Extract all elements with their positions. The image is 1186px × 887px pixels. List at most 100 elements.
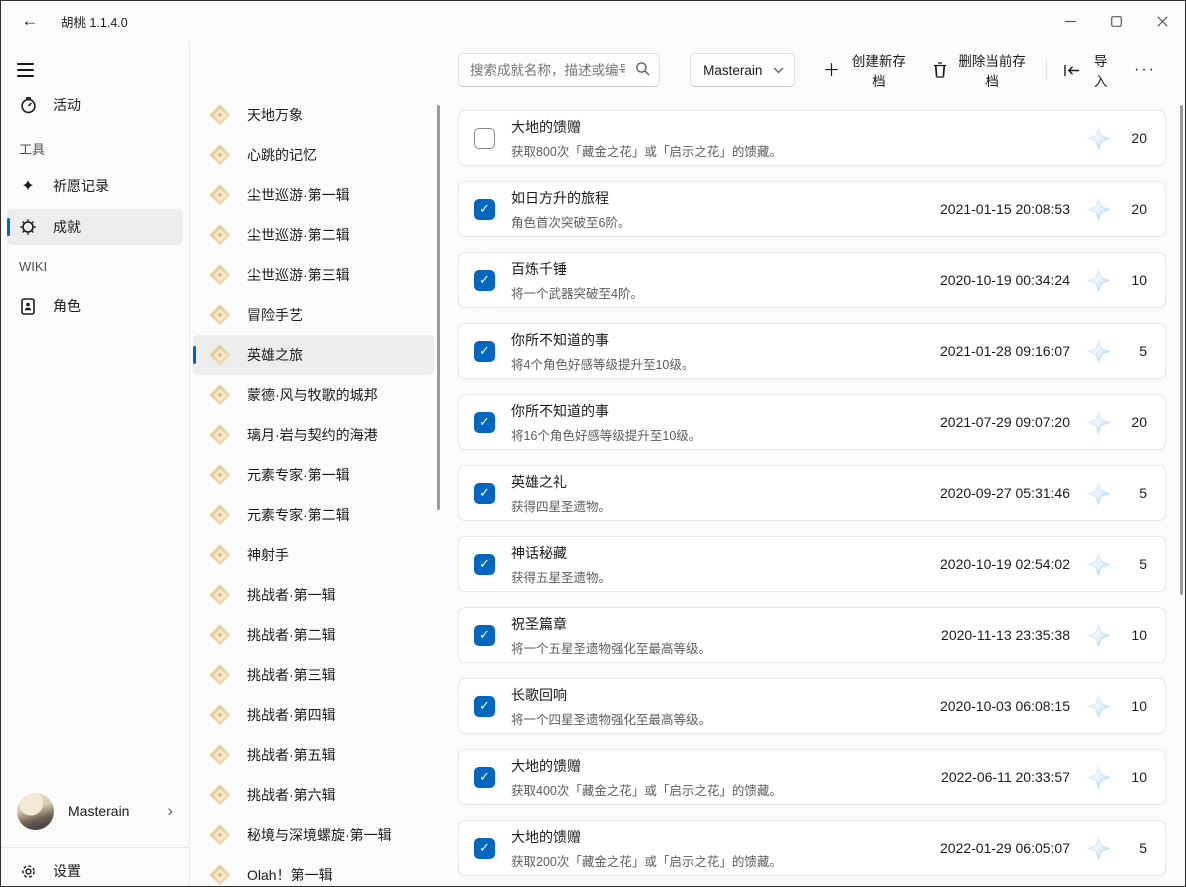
achievement-row[interactable]: 你所不知道的事 将4个角色好感等级提升至10级。 2021-01-28 09:1… bbox=[458, 323, 1166, 379]
achievement-date: 2020-11-13 23:35:38 bbox=[941, 627, 1070, 643]
search-box bbox=[458, 53, 660, 87]
search-input[interactable] bbox=[458, 53, 660, 87]
chevron-down-icon bbox=[773, 67, 784, 74]
category-item[interactable]: 蒙德·风与牧歌的城邦 bbox=[193, 375, 434, 415]
sidebar-item-achievements[interactable]: 成就 bbox=[7, 209, 183, 245]
category-scrollbar[interactable] bbox=[437, 105, 440, 510]
category-item[interactable]: 挑战者·第四辑 bbox=[193, 695, 434, 735]
achievement-row[interactable]: 长歌回响 将一个四星圣遗物强化至最高等级。 2020-10-03 06:08:1… bbox=[458, 678, 1166, 734]
category-item[interactable]: 挑战者·第五辑 bbox=[193, 735, 434, 775]
achievement-row[interactable]: 神话秘藏 获得五星圣遗物。 2020-10-19 02:54:02 5 bbox=[458, 536, 1166, 592]
import-button[interactable]: 导入 bbox=[1053, 53, 1122, 87]
category-label: 挑战者·第二辑 bbox=[247, 625, 336, 645]
achievement-checkbox[interactable] bbox=[474, 199, 495, 220]
menu-icon[interactable] bbox=[17, 55, 51, 85]
achievement-description: 获取400次「藏金之花」或「启示之花」的馈藏。 bbox=[511, 780, 782, 799]
achievement-checkbox[interactable] bbox=[474, 412, 495, 433]
user-profile-row[interactable]: Masterain › bbox=[7, 783, 183, 839]
category-item[interactable]: 璃月·岩与契约的海港 bbox=[193, 415, 434, 455]
achievement-row[interactable]: 百炼千锤 将一个武器突破至4阶。 2020-10-19 00:34:24 10 bbox=[458, 252, 1166, 308]
achievement-scrollbar[interactable] bbox=[1180, 105, 1183, 595]
achievement-row[interactable]: 大地的馈赠 获取400次「藏金之花」或「启示之花」的馈藏。 2022-06-11… bbox=[458, 749, 1166, 805]
close-button[interactable] bbox=[1139, 1, 1185, 41]
back-button[interactable]: ← bbox=[13, 6, 47, 36]
category-item[interactable]: 心跳的记忆 bbox=[193, 135, 434, 175]
activity-icon bbox=[17, 97, 39, 114]
achievement-date: 2021-01-28 09:16:07 bbox=[940, 343, 1070, 359]
achievement-title: 神话秘藏 bbox=[511, 543, 611, 563]
category-item[interactable]: 神射手 bbox=[193, 535, 434, 575]
achievement-row[interactable]: 大地的馈赠 获取200次「藏金之花」或「启示之花」的馈藏。 2022-01-29… bbox=[458, 820, 1166, 876]
achievement-checkbox[interactable] bbox=[474, 341, 495, 362]
achievement-row[interactable]: 大地的馈赠 获取800次「藏金之花」或「启示之花」的馈藏。 20 bbox=[458, 110, 1166, 166]
achievement-text: 神话秘藏 获得五星圣遗物。 bbox=[511, 543, 611, 586]
trash-icon bbox=[933, 62, 947, 78]
category-item[interactable]: 元素专家·第二辑 bbox=[193, 495, 434, 535]
category-item[interactable]: 挑战者·第六辑 bbox=[193, 775, 434, 815]
category-item[interactable]: 尘世巡游·第三辑 bbox=[193, 255, 434, 295]
category-label: 冒险手艺 bbox=[247, 305, 303, 325]
achievement-points: 5 bbox=[1125, 556, 1147, 572]
achievement-date: 2021-07-29 09:07:20 bbox=[940, 414, 1070, 430]
minimize-button[interactable] bbox=[1047, 1, 1093, 41]
sidebar-item-label: 成就 bbox=[53, 217, 81, 237]
sidebar-item-wish-history[interactable]: ✦ 祈愿记录 bbox=[7, 168, 183, 204]
achievement-title: 长歌回响 bbox=[511, 685, 711, 705]
achievement-points: 10 bbox=[1125, 627, 1147, 643]
achievement-checkbox[interactable] bbox=[474, 483, 495, 504]
achievement-checkbox[interactable] bbox=[474, 838, 495, 859]
category-list: 天地万象 心跳的记忆 bbox=[193, 95, 434, 887]
navigation-sidebar: 活动 工具 ✦ 祈愿记录 成就 WIKI 角色 Mast bbox=[1, 41, 190, 886]
achievement-row[interactable]: 如日方升的旅程 角色首次突破至6阶。 2021-01-15 20:08:53 2… bbox=[458, 181, 1166, 237]
category-item[interactable]: 元素专家·第一辑 bbox=[193, 455, 434, 495]
character-book-icon bbox=[17, 298, 39, 315]
achievement-checkbox[interactable] bbox=[474, 128, 495, 149]
category-item[interactable]: 挑战者·第一辑 bbox=[193, 575, 434, 615]
category-item[interactable]: 冒险手艺 bbox=[193, 295, 434, 335]
category-label: 挑战者·第五辑 bbox=[247, 745, 336, 765]
category-item[interactable]: 英雄之旅 bbox=[193, 335, 434, 375]
category-label: 元素专家·第二辑 bbox=[247, 505, 350, 525]
category-item[interactable]: 尘世巡游·第二辑 bbox=[193, 215, 434, 255]
category-label: 神射手 bbox=[247, 545, 289, 565]
achievement-row[interactable]: 英雄之礼 获得四星圣遗物。 2020-09-27 05:31:46 5 bbox=[458, 465, 1166, 521]
sidebar-item-settings[interactable]: 设置 bbox=[7, 853, 183, 887]
sidebar-item-characters[interactable]: 角色 bbox=[7, 288, 183, 324]
category-emblem-icon bbox=[207, 462, 233, 488]
more-options-button[interactable]: ··· bbox=[1122, 53, 1168, 87]
achievement-row[interactable]: 你所不知道的事 将16个角色好感等级提升至10级。 2021-07-29 09:… bbox=[458, 394, 1166, 450]
achievement-date: 2020-10-03 06:08:15 bbox=[940, 698, 1070, 714]
achievement-checkbox[interactable] bbox=[474, 270, 495, 291]
achievement-description: 获得五星圣遗物。 bbox=[511, 567, 611, 586]
delete-archive-button[interactable]: 删除当前存档 bbox=[923, 53, 1039, 87]
sidebar-item-label: 角色 bbox=[53, 296, 81, 316]
chevron-right-icon: › bbox=[167, 801, 173, 821]
create-archive-button[interactable]: ＋ 创建新存档 bbox=[813, 53, 919, 87]
achievement-title: 大地的馈赠 bbox=[511, 827, 782, 847]
primogem-icon bbox=[1086, 836, 1111, 861]
avatar bbox=[17, 793, 54, 830]
category-item[interactable]: Olah！第一辑 bbox=[193, 855, 434, 887]
achievement-checkbox[interactable] bbox=[474, 554, 495, 575]
achievement-text: 大地的馈赠 获取200次「藏金之花」或「启示之花」的馈藏。 bbox=[511, 827, 782, 870]
archive-selector[interactable]: Masterain bbox=[690, 53, 795, 87]
achievement-row[interactable]: 祝圣篇章 将一个五星圣遗物强化至最高等级。 2020-11-13 23:35:3… bbox=[458, 607, 1166, 663]
sidebar-item-activity[interactable]: 活动 bbox=[7, 87, 183, 123]
achievement-checkbox[interactable] bbox=[474, 625, 495, 646]
ellipsis-icon: ··· bbox=[1134, 61, 1156, 79]
achievement-description: 获取200次「藏金之花」或「启示之花」的馈藏。 bbox=[511, 851, 782, 870]
achievement-title: 你所不知道的事 bbox=[511, 330, 694, 350]
category-item[interactable]: 秘境与深境螺旋·第一辑 bbox=[193, 815, 434, 855]
category-item[interactable]: 挑战者·第三辑 bbox=[193, 655, 434, 695]
achievement-points: 10 bbox=[1125, 769, 1147, 785]
category-item[interactable]: 天地万象 bbox=[193, 95, 434, 135]
primogem-icon bbox=[1086, 197, 1111, 222]
achievement-checkbox[interactable] bbox=[474, 767, 495, 788]
category-emblem-icon bbox=[207, 662, 233, 688]
achievement-checkbox[interactable] bbox=[474, 696, 495, 717]
category-item[interactable]: 挑战者·第二辑 bbox=[193, 615, 434, 655]
maximize-button[interactable] bbox=[1093, 1, 1139, 41]
category-item[interactable]: 尘世巡游·第一辑 bbox=[193, 175, 434, 215]
achievement-date: 2022-06-11 20:33:57 bbox=[941, 769, 1070, 785]
achievement-points: 5 bbox=[1125, 485, 1147, 501]
